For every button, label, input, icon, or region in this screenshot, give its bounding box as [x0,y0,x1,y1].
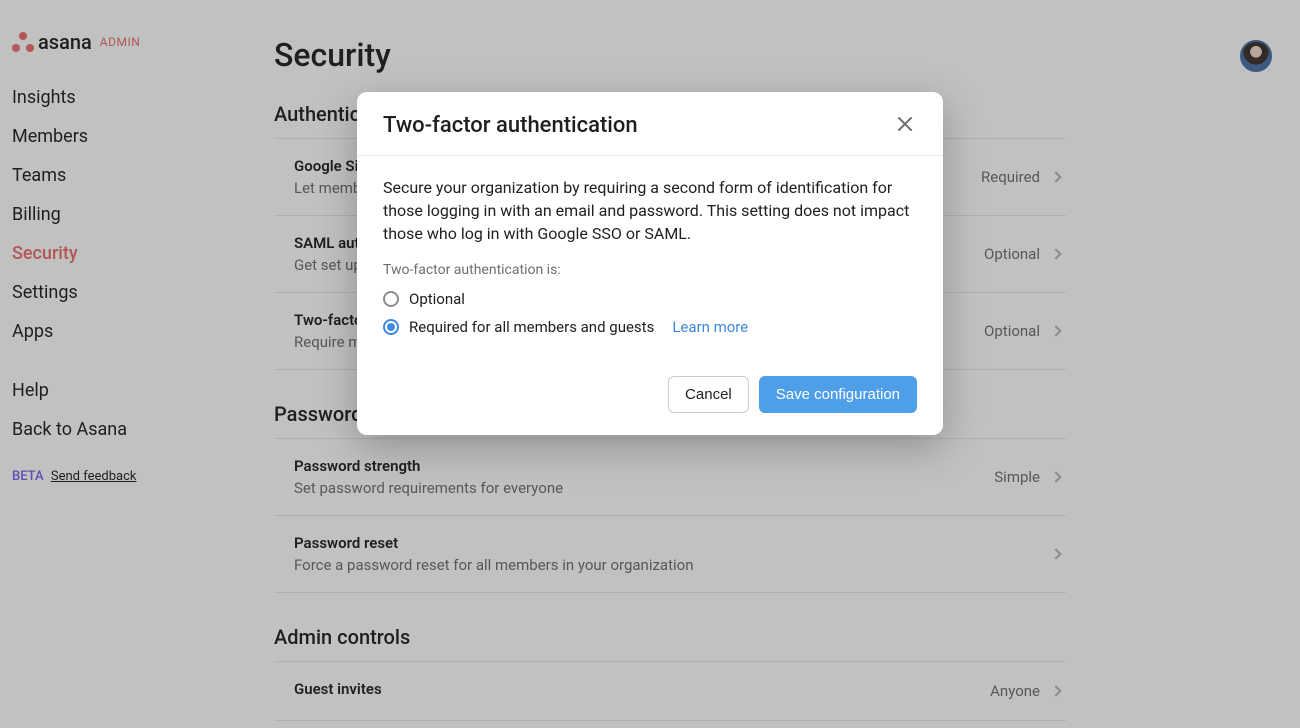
close-button[interactable] [893,112,917,139]
radio-label-text: Optional [409,290,465,308]
radio-icon [383,291,399,307]
modal-description: Secure your organization by requiring a … [383,176,917,246]
radio-label-text: Required for all members and guests [409,318,654,336]
radio-option-required[interactable]: Required for all members and guests Lear… [383,318,917,336]
modal-footer: Cancel Save configuration [357,358,943,435]
radio-group: Optional Required for all members and gu… [383,290,917,336]
radio-icon [383,319,399,335]
modal-header: Two-factor authentication [357,92,943,156]
radio-option-optional[interactable]: Optional [383,290,917,308]
save-configuration-button[interactable]: Save configuration [759,376,917,413]
close-icon [897,116,913,132]
learn-more-link[interactable]: Learn more [672,318,748,336]
radio-group-label: Two-factor authentication is: [383,262,917,278]
modal-body: Secure your organization by requiring a … [357,156,943,358]
modal-2fa: Two-factor authentication Secure your or… [357,92,943,435]
cancel-button[interactable]: Cancel [668,376,749,413]
modal-title: Two-factor authentication [383,113,638,138]
modal-overlay: Two-factor authentication Secure your or… [0,0,1300,728]
